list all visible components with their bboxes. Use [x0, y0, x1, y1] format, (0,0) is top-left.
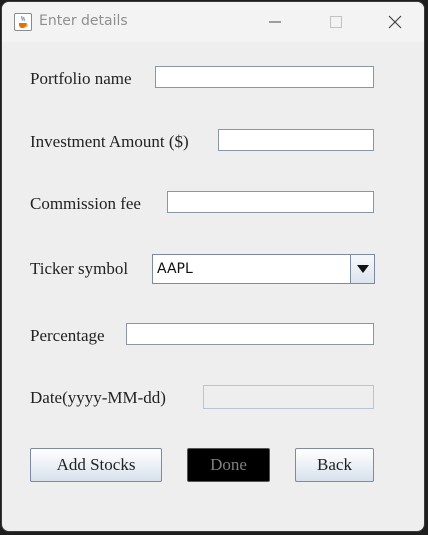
maximize-button[interactable] — [313, 2, 359, 42]
portfolio-name-label: Portfolio name — [30, 69, 132, 88]
date-field — [203, 385, 374, 409]
date-label: Date(yyyy-MM-dd) — [30, 388, 166, 407]
done-button[interactable]: Done — [187, 448, 270, 482]
add-stocks-button[interactable]: Add Stocks — [30, 448, 162, 482]
triangle-down-icon — [356, 265, 369, 273]
title-bar[interactable]: Enter details — [2, 2, 424, 42]
minimize-button[interactable] — [252, 2, 298, 42]
percentage-field[interactable] — [126, 323, 374, 345]
investment-amount-label: Investment Amount ($) — [30, 132, 189, 151]
investment-amount-field[interactable] — [218, 129, 374, 151]
ticker-symbol-dropdown[interactable]: AAPL — [152, 254, 375, 284]
close-button[interactable] — [372, 2, 418, 42]
window-title: Enter details — [39, 13, 128, 29]
commission-fee-label: Commission fee — [30, 194, 141, 213]
ticker-symbol-label: Ticker symbol — [30, 259, 129, 278]
maximize-icon — [330, 16, 342, 28]
dropdown-arrow-button[interactable] — [350, 255, 374, 283]
java-cup-icon — [14, 13, 32, 31]
dialog-window: Enter details Portfolio name Investment … — [1, 1, 425, 532]
portfolio-name-field[interactable] — [155, 66, 374, 88]
minimize-icon — [269, 21, 281, 23]
commission-fee-field[interactable] — [167, 191, 374, 213]
ticker-symbol-selected: AAPL — [157, 261, 193, 277]
close-icon — [388, 15, 402, 29]
back-button[interactable]: Back — [295, 448, 374, 482]
percentage-label: Percentage — [30, 326, 105, 345]
